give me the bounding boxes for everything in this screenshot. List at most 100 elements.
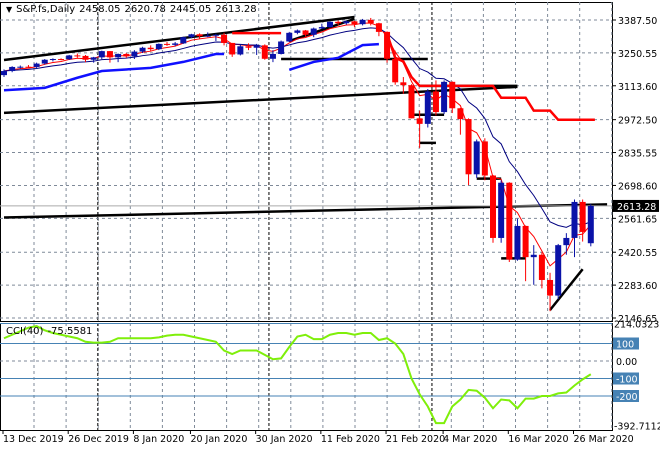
candle-body	[139, 47, 146, 52]
cci-panel-frame	[0, 323, 613, 431]
candle-body	[530, 254, 537, 258]
candle-body	[180, 37, 187, 44]
price-axis-label: 3250.55	[618, 49, 657, 60]
candle-body	[131, 51, 138, 57]
candle	[286, 31, 293, 42]
current-price-label: 2613.28	[617, 202, 656, 213]
candle-body	[245, 46, 252, 48]
candle-body	[351, 21, 358, 25]
low-value: 2445.05	[169, 4, 212, 15]
candle-body	[25, 66, 32, 68]
symbol-label: S&P.fs,Daily	[16, 4, 76, 15]
candle-body	[98, 51, 105, 58]
candle-body	[579, 201, 586, 232]
cci-level-label: -200	[616, 392, 638, 403]
candle-body	[538, 254, 545, 280]
candle-body	[188, 34, 195, 38]
candle-body	[172, 43, 179, 45]
candle	[587, 204, 594, 247]
candle-body	[367, 19, 374, 24]
date-axis-label: 4 Mar 2020	[443, 434, 497, 445]
candle-body	[498, 182, 505, 238]
candle-body	[343, 21, 350, 24]
candle	[408, 84, 415, 119]
candle	[481, 138, 488, 181]
price-axis-label: 3387.50	[618, 16, 657, 27]
date-axis-label: 20 Jan 2020	[190, 434, 247, 445]
candle-body	[82, 55, 89, 60]
candle-body	[74, 55, 81, 57]
candle-body	[473, 141, 480, 175]
candle-body	[286, 32, 293, 42]
date-axis-label: 21 Feb 2020	[386, 434, 445, 445]
candle-body	[49, 59, 56, 61]
price-axis-label: 3113.60	[618, 82, 657, 93]
price-axis-label: 2698.60	[618, 181, 657, 192]
candle-body	[90, 57, 97, 60]
candle	[278, 40, 285, 55]
cci-zero-label: 0.00	[616, 357, 637, 368]
candle-body	[318, 27, 325, 29]
cci-value: -75.5581	[47, 326, 93, 337]
candle-body	[229, 42, 236, 55]
candle-body	[392, 58, 399, 83]
price-axis-label: 2972.50	[618, 116, 657, 127]
candle-body	[164, 43, 170, 45]
date-axis-label: 16 Mar 2020	[508, 434, 568, 445]
cci-max-label: 214.0323	[614, 320, 659, 331]
date-axis-label: 26 Dec 2019	[68, 434, 129, 445]
candle-body	[400, 82, 407, 86]
price-axis-label: 2561.65	[618, 214, 657, 225]
candle-body	[359, 19, 366, 25]
candle-body	[481, 141, 488, 176]
candle	[498, 180, 505, 243]
candle-body	[424, 91, 431, 124]
candle-body	[196, 34, 203, 37]
candle-body	[147, 47, 154, 50]
cci-header: CCI(40) -75.5581	[6, 326, 92, 337]
candle-body	[278, 41, 285, 54]
candle-body	[204, 35, 211, 37]
chart-canvas[interactable]: 3387.50 3250.55 3113.60 2972.50 2835.55 2698.…	[0, 0, 660, 450]
candle-body	[1, 71, 7, 76]
candle-body	[294, 30, 301, 33]
chart-header: ▼ S&P.fs,Daily 2458.05 2620.78 2445.05 2…	[6, 4, 257, 15]
price-axis-label: 2420.55	[618, 248, 657, 259]
candle-body	[522, 225, 529, 258]
collapse-triangle-icon[interactable]: ▼	[6, 5, 12, 14]
candle	[424, 89, 431, 128]
candle-body	[237, 46, 244, 55]
candle	[441, 80, 448, 115]
candle-body	[58, 59, 65, 61]
candle-body	[490, 175, 496, 238]
candle-body	[106, 51, 113, 58]
candle-body	[335, 21, 342, 24]
candle-body	[212, 34, 219, 36]
date-axis-label: 11 Feb 2020	[321, 434, 380, 445]
candle-body	[66, 55, 73, 60]
candle-body	[441, 81, 448, 113]
candle-body	[33, 63, 40, 67]
date-axis-label: 13 Dec 2019	[3, 434, 64, 445]
candle	[66, 54, 73, 60]
candle-body	[587, 205, 594, 244]
candle-body	[449, 81, 456, 109]
candle-body	[302, 30, 309, 35]
price-axis-label: 2835.55	[618, 149, 657, 160]
price-axis-label: 2283.60	[618, 281, 657, 292]
candle-body	[310, 28, 317, 35]
cci-level-label: -100	[616, 375, 638, 386]
date-axis-label: 26 Mar 2020	[574, 434, 634, 445]
candle-body	[571, 201, 578, 238]
candle-body	[155, 43, 162, 50]
candle-body	[457, 108, 464, 120]
candle-body	[465, 119, 472, 175]
candle	[155, 43, 162, 51]
candle	[506, 182, 513, 262]
candle-body	[123, 53, 130, 57]
candle-body	[9, 66, 16, 72]
candle	[261, 44, 268, 60]
open-value: 2458.05	[79, 4, 121, 15]
candle-body	[416, 118, 423, 124]
cci-level-label: 100	[616, 340, 634, 351]
